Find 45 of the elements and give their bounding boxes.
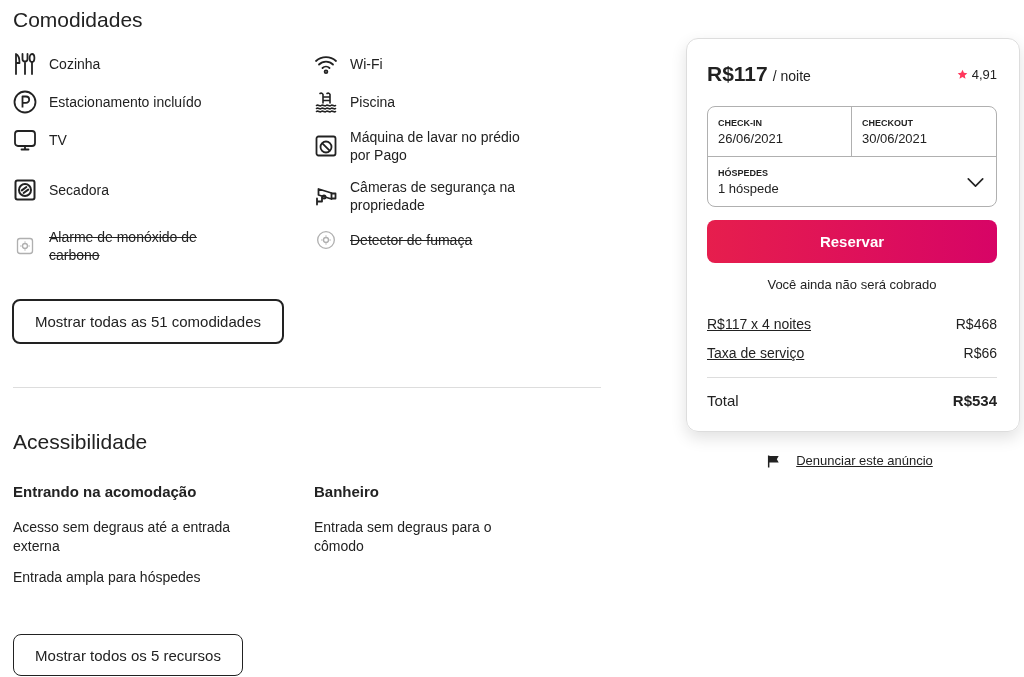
amenity-label: Secadora <box>49 181 109 199</box>
amenity-label: Alarme de monóxido de carbono <box>49 228 198 264</box>
star-icon <box>956 68 968 80</box>
utensils-icon <box>13 52 37 76</box>
section-title: Comodidades <box>13 7 144 33</box>
amenity-label: Wi-Fi <box>350 55 383 73</box>
amenity-label: Máquina de lavar no prédio por Pago <box>350 128 521 164</box>
detector-icon <box>15 236 35 256</box>
price-amount: R$66 <box>963 344 997 363</box>
rating-value: 4,91 <box>971 66 997 82</box>
smoke-detector-icon <box>316 230 336 250</box>
price-detail-link[interactable]: R$117 x 4 noites <box>707 314 812 334</box>
accessibility-feature: Entrada sem degraus para o cômodo <box>314 518 493 556</box>
amenity-label: TV <box>49 131 67 149</box>
report-link[interactable]: Denunciar este anúncio <box>796 451 933 471</box>
price-amount: R$468 <box>955 315 997 334</box>
price-unit: / noite <box>772 68 811 84</box>
price-detail-link[interactable]: Taxa de serviço <box>707 343 805 363</box>
amenity-label: Detector de fumaça <box>350 231 473 249</box>
total-amount: R$534 <box>952 391 997 411</box>
accessibility-feature: Entrada ampla para hóspedes <box>13 568 202 587</box>
flag-icon <box>767 454 781 468</box>
tv-icon <box>13 128 37 152</box>
accessibility-subtitle: Entrando na acomodação <box>13 482 198 502</box>
show-all-amenities-button[interactable]: Mostrar todas as 51 comodidades <box>12 299 284 344</box>
washing-machine-icon <box>314 134 338 158</box>
amenity-label: Estacionamento incluído <box>49 93 202 111</box>
date-field[interactable]: CHECKOUT 30/06/2021 <box>852 107 996 156</box>
amenity-label: Câmeras de segurança na propriedade <box>350 178 516 214</box>
total-label: Total <box>707 391 739 411</box>
amenity-label: Piscina <box>350 93 396 111</box>
accessibility-feature: Acesso sem degraus até a entrada externa <box>13 518 232 556</box>
reserve-button[interactable]: Reservar <box>707 220 997 263</box>
show-all-features-button[interactable]: Mostrar todos os 5 recursos <box>13 634 243 676</box>
amenity-label: Cozinha <box>49 55 101 73</box>
section-title: Acessibilidade <box>13 429 149 455</box>
date-field[interactable]: CHECK-IN 26/06/2021 <box>708 107 852 156</box>
accessibility-subtitle: Banheiro <box>314 482 380 502</box>
chevron-down-icon <box>967 177 984 187</box>
guests-dropdown[interactable]: HÓSPEDES 1 hóspede <box>708 156 996 206</box>
washing-machine-icon <box>13 178 37 202</box>
no-charge-note: Você ainda não será cobrado <box>766 276 938 294</box>
parking-icon <box>13 90 37 114</box>
pool-ladder-icon <box>314 90 338 114</box>
nightly-price: R$117 <box>707 62 768 86</box>
